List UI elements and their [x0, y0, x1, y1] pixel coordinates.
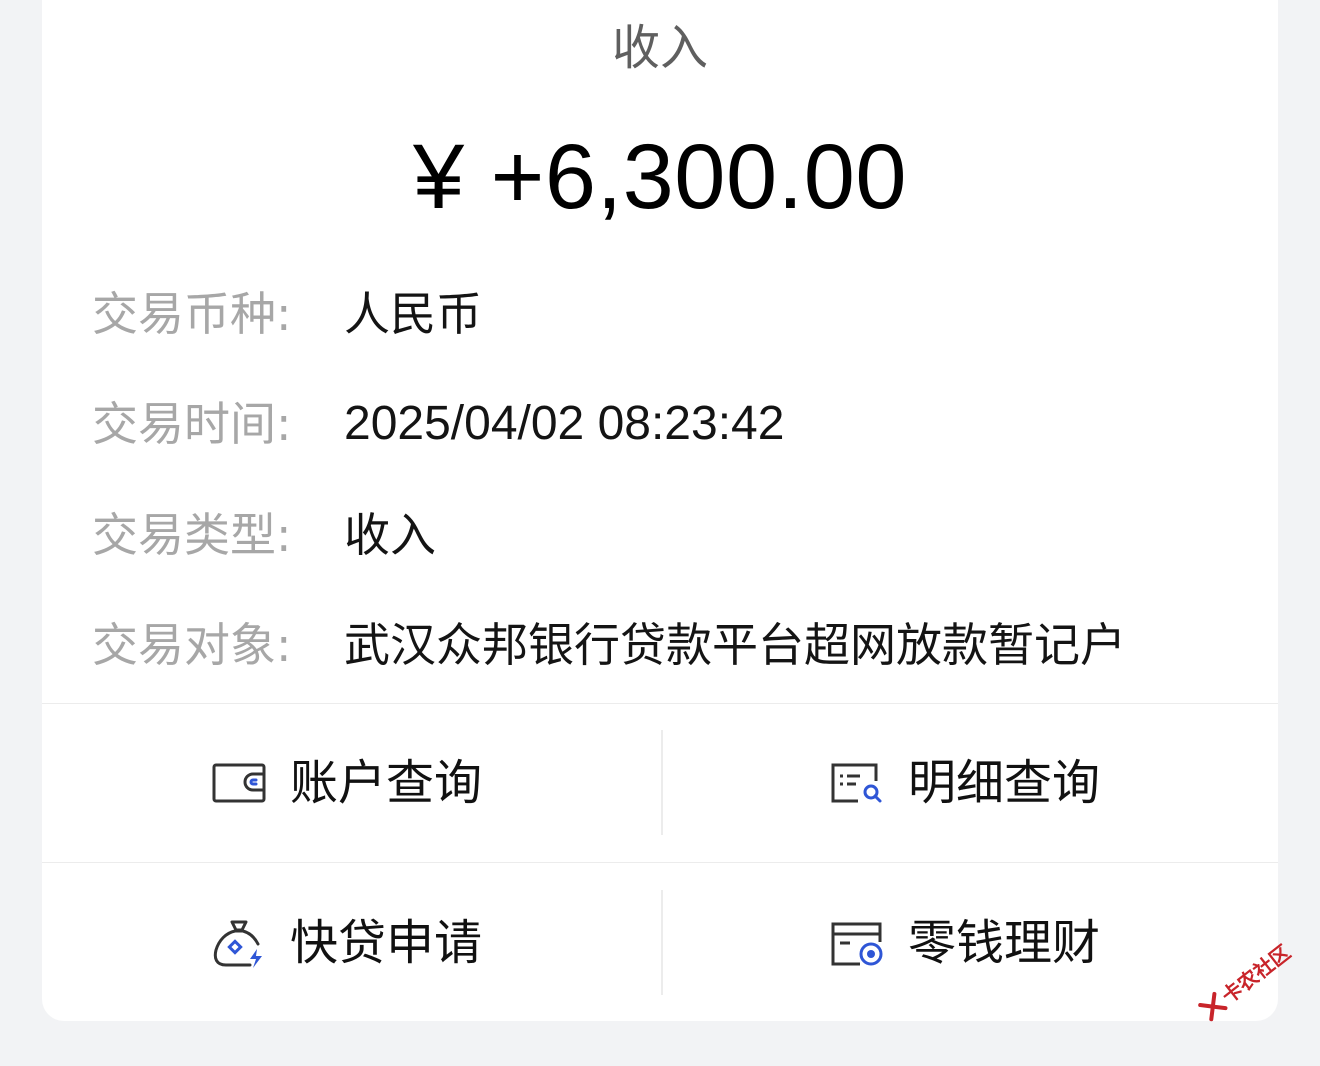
detail-value: 武汉众邦银行贷款平台超网放款暂记户 — [344, 618, 1126, 672]
detail-value: 人民币 — [344, 287, 482, 341]
action-label: 快贷申请 — [290, 915, 483, 971]
detail-label: 交易时间: — [92, 397, 292, 451]
detail-label: 交易类型: — [92, 508, 292, 562]
action-label: 明细查询 — [908, 755, 1101, 811]
detail-label: 交易币种: — [92, 287, 292, 341]
transaction-detail-card: 收入 ¥ +6,300.00 交易币种: 人民币 交易时间: 2025/04/0… — [42, 0, 1278, 1021]
transaction-amount: ¥ +6,300.00 — [412, 126, 908, 228]
action-label: 零钱理财 — [908, 915, 1101, 971]
detail-value: 收入 — [344, 508, 436, 562]
detail-search-icon — [828, 754, 886, 812]
wallet-icon — [210, 754, 268, 812]
card-coin-icon — [828, 914, 886, 972]
transaction-type-title: 收入 — [611, 20, 708, 76]
wealth-management-button[interactable]: 零钱理财 — [828, 908, 1100, 978]
account-query-button[interactable]: 账户查询 — [210, 748, 482, 818]
detail-label: 交易对象: — [92, 618, 292, 672]
detail-query-button[interactable]: 明细查询 — [828, 748, 1100, 818]
row-divider — [42, 862, 1278, 863]
detail-value: 2025/04/02 08:23:42 — [344, 397, 785, 450]
quick-loan-button[interactable]: 快贷申请 — [210, 908, 482, 978]
money-bag-icon — [210, 914, 268, 972]
column-divider — [661, 730, 663, 835]
action-label: 账户查询 — [290, 755, 483, 811]
column-divider — [661, 890, 663, 995]
section-divider — [42, 703, 1278, 704]
